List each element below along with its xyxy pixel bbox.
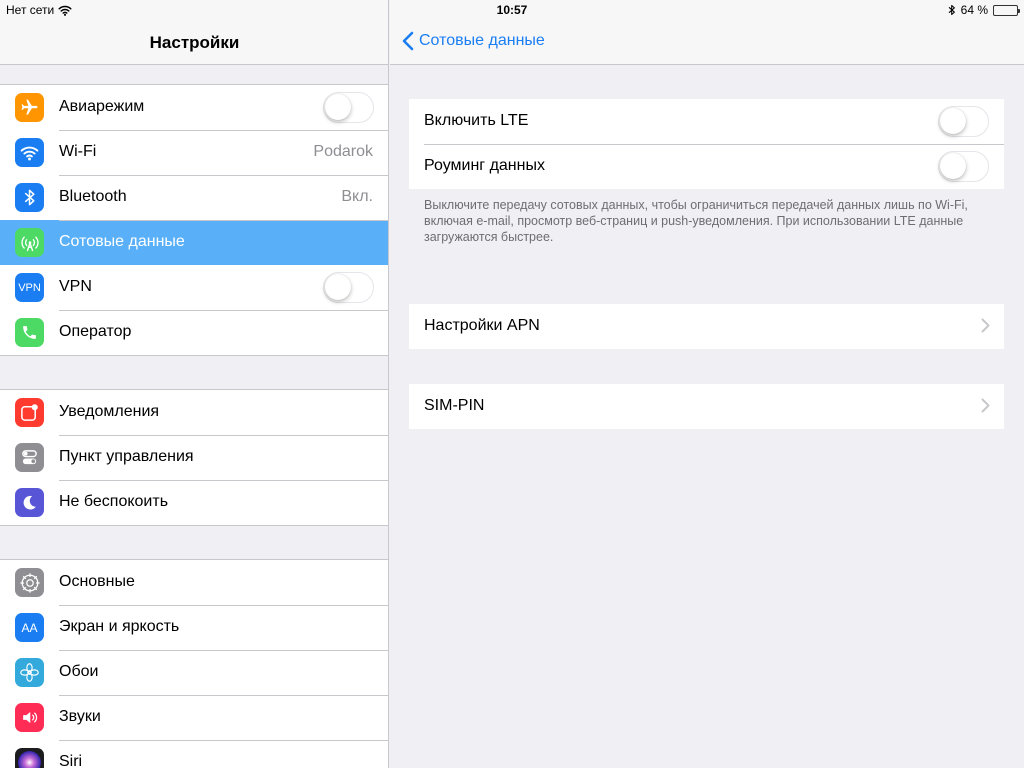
sidebar-item-general[interactable]: Основные	[0, 560, 388, 605]
sidebar-item-airplane[interactable]: Авиарежим	[0, 85, 388, 130]
chevron-right-icon	[981, 398, 990, 413]
status-bar: Нет сети 10:57 64 %	[0, 0, 1024, 20]
settings-group-general: Основные AA Экран и яркость Обои Звуки S…	[0, 559, 388, 768]
data-roaming-row: Роуминг данных	[409, 144, 1004, 189]
sidebar-item-label: Сотовые данные	[59, 233, 185, 250]
sidebar-item-label: Основные	[59, 573, 135, 590]
back-button[interactable]: Сотовые данные	[402, 31, 545, 51]
wifi-icon	[15, 138, 44, 167]
moon-icon	[15, 488, 44, 517]
chevron-right-icon	[981, 318, 990, 333]
status-indicators: 64 %	[948, 3, 1020, 17]
enable-lte-row: Включить LTE	[409, 99, 1004, 144]
sidebar-item-notifications[interactable]: Уведомления	[0, 390, 388, 435]
apn-settings-label: Настройки APN	[424, 317, 540, 334]
battery-icon	[993, 4, 1020, 16]
sidebar-item-carrier[interactable]: Оператор	[0, 310, 388, 355]
display-brightness-icon: AA	[15, 613, 44, 642]
sidebar-item-label: VPN	[59, 278, 92, 295]
phone-icon	[15, 318, 44, 347]
wallpaper-flower-icon	[15, 658, 44, 687]
speaker-icon	[15, 703, 44, 732]
airplane-icon	[15, 93, 44, 122]
enable-lte-label: Включить LTE	[424, 112, 529, 129]
sidebar-item-label: Звуки	[59, 708, 101, 725]
cellular-detail-pane: Сотовые данные Включить LTE Роуминг данн…	[390, 0, 1024, 768]
sidebar-item-label: Не беспокоить	[59, 493, 169, 510]
sidebar-item-siri[interactable]: Siri	[0, 740, 388, 768]
siri-icon	[15, 748, 44, 768]
airplane-mode-toggle[interactable]	[323, 92, 374, 123]
sidebar-item-display[interactable]: AA Экран и яркость	[0, 605, 388, 650]
sidebar-item-label: Wi-Fi	[59, 143, 97, 160]
lte-settings-group: Включить LTE Роуминг данных	[409, 99, 1004, 189]
sidebar-item-label: Уведомления	[59, 403, 160, 420]
sidebar-item-wallpaper[interactable]: Обои	[0, 650, 388, 695]
bluetooth-status-value: Вкл.	[341, 188, 373, 205]
sidebar-item-label: Пункт управления	[59, 448, 194, 465]
bluetooth-status-icon	[948, 4, 955, 16]
sidebar-item-label: Авиарежим	[59, 98, 145, 115]
apn-settings-row[interactable]: Настройки APN	[409, 304, 1004, 349]
sidebar-item-cellular[interactable]: Сотовые данные	[0, 220, 388, 265]
settings-group-notifications: Уведомления Пункт управления Не беспокои…	[0, 389, 388, 526]
sidebar-item-sounds[interactable]: Звуки	[0, 695, 388, 740]
sidebar-item-label: Экран и яркость	[59, 618, 180, 635]
sidebar-item-vpn[interactable]: VPN VPN	[0, 265, 388, 310]
sidebar-item-control-center[interactable]: Пункт управления	[0, 435, 388, 480]
chevron-left-icon	[402, 31, 414, 51]
sidebar-item-label: Оператор	[59, 323, 132, 340]
vpn-toggle[interactable]	[323, 272, 374, 303]
sidebar-title: Настройки	[149, 33, 240, 52]
status-time: 10:57	[496, 3, 528, 17]
cellular-antenna-icon	[15, 228, 44, 257]
settings-group-connectivity: Авиарежим Wi-Fi Podarok Bluetooth Вкл. С…	[0, 84, 388, 356]
battery-percent: 64 %	[960, 3, 988, 17]
control-center-icon	[15, 443, 44, 472]
sidebar-item-bluetooth[interactable]: Bluetooth Вкл.	[0, 175, 388, 220]
data-roaming-label: Роуминг данных	[424, 157, 545, 174]
sidebar-item-label: Обои	[59, 663, 99, 680]
data-roaming-toggle[interactable]	[938, 151, 989, 182]
apn-settings-group: Настройки APN	[409, 304, 1004, 349]
sidebar-item-do-not-disturb[interactable]: Не беспокоить	[0, 480, 388, 525]
sidebar-item-label: Siri	[59, 753, 83, 768]
gear-icon	[15, 568, 44, 597]
bluetooth-icon	[15, 183, 44, 212]
enable-lte-toggle[interactable]	[938, 106, 989, 137]
sim-pin-label: SIM-PIN	[424, 397, 485, 414]
notifications-icon	[15, 398, 44, 427]
wifi-network-value: Podarok	[313, 143, 373, 160]
settings-sidebar: Настройки Авиарежим Wi-Fi Podarok Blueto…	[0, 0, 389, 768]
vpn-icon: VPN	[15, 273, 44, 302]
sidebar-item-label: Bluetooth	[59, 188, 127, 205]
sim-pin-row[interactable]: SIM-PIN	[409, 384, 1004, 429]
cellular-footnote: Выключите передачу сотовых данных, чтобы…	[424, 198, 968, 244]
sidebar-item-wifi[interactable]: Wi-Fi Podarok	[0, 130, 388, 175]
sim-pin-group: SIM-PIN	[409, 384, 1004, 429]
back-button-label: Сотовые данные	[419, 32, 545, 49]
